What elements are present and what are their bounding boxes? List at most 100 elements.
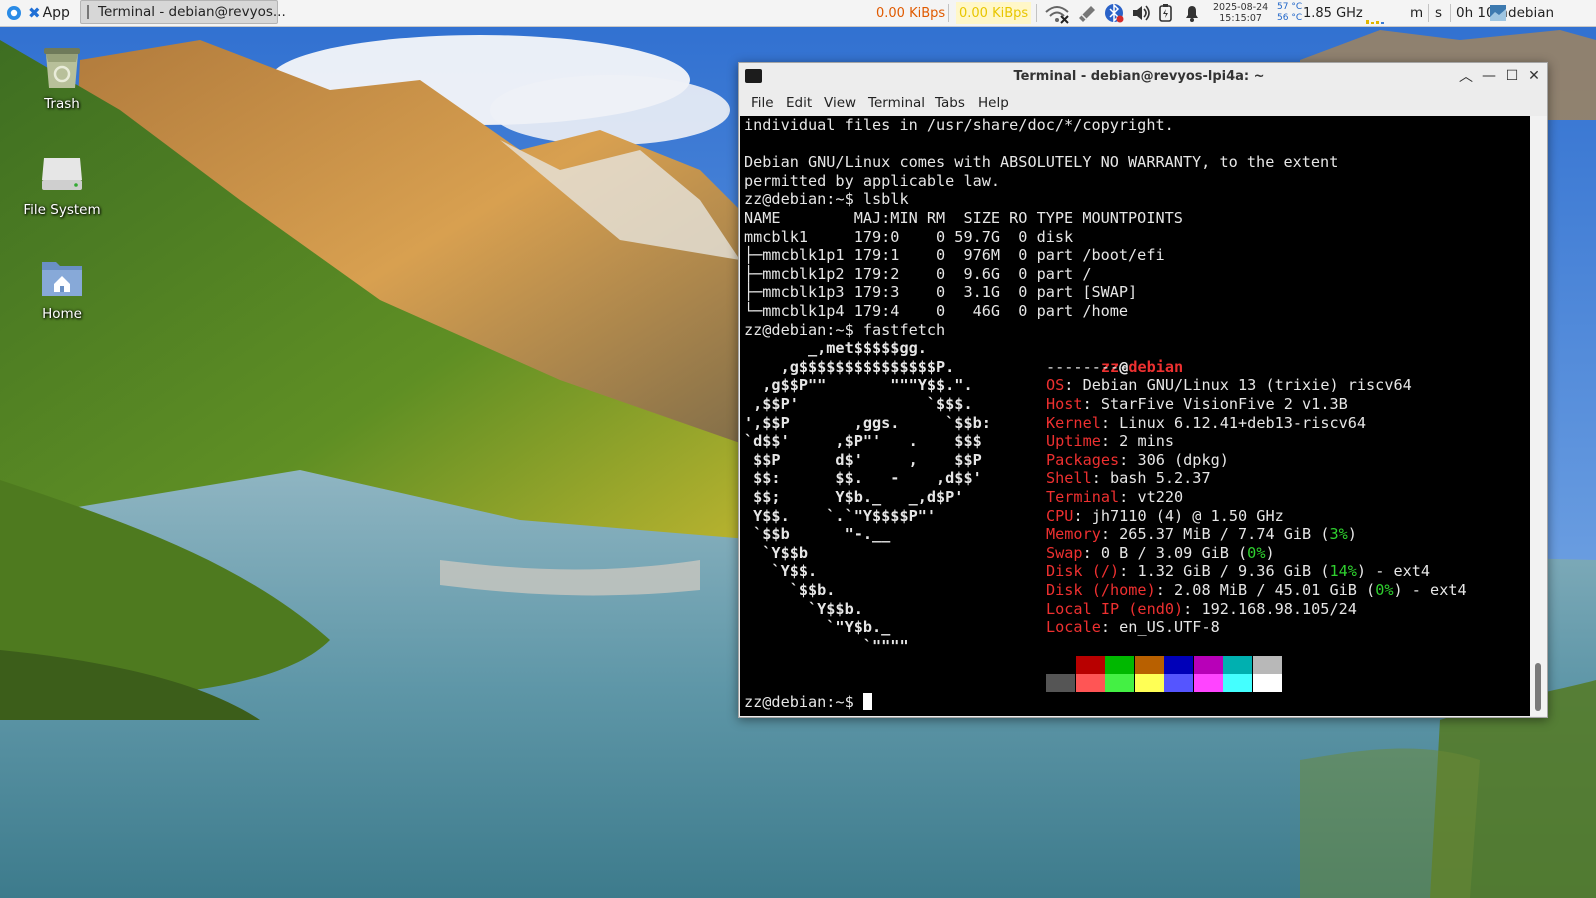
applications-menu-button[interactable]: ✖ App [28,0,70,26]
info-value: ) [1265,543,1275,562]
panel-separator [1428,4,1429,22]
applications-icon: ✖ [28,4,41,22]
chevron-up-icon: ︿ [1459,69,1473,85]
info-key: Uptime [1046,432,1101,451]
user-name[interactable]: debian [1508,0,1554,26]
terminal-command: zz@debian:~$ fastfetch [744,320,946,339]
color-swatch [1223,656,1252,674]
menu-tabs[interactable]: Tabs [935,95,965,111]
clock-time: 15:15:07 [1219,13,1262,24]
terminal-line: ├─mmcblk1p3 179:3 0 3.1G 0 part [SWAP] [744,283,1138,302]
color-swatch [1105,674,1134,692]
info-cpu: CPU: jh7110 (4) @ 1.50 GHz [1046,507,1284,526]
color-swatch [1252,674,1282,692]
color-swatch [1223,674,1252,692]
info-value: : vt220 [1119,488,1184,506]
whisker-menu-icon [7,6,21,20]
window-shade-button[interactable]: ︿ [1457,67,1475,85]
panel-separator [1036,4,1037,22]
terminal-line: individual files in /usr/share/doc/*/cop… [744,116,1174,134]
trash-icon [44,48,80,88]
menu-help[interactable]: Help [978,95,1009,111]
menu-file[interactable]: File [751,95,774,111]
color-swatch [1164,656,1193,674]
wifi-indicator[interactable] [1044,0,1070,26]
bluetooth-indicator[interactable] [1105,0,1125,26]
desktop-icon-label: Trash [44,96,80,112]
logo-line: `Y$$. [744,562,818,581]
cpu-frequency[interactable]: 1.85 GHz [1303,0,1363,26]
logo-line: `$$b. [744,581,836,599]
info-key: Memory [1046,525,1101,544]
info-value: : bash 5.2.37 [1091,469,1211,488]
memory-monitor-label[interactable]: m [1410,0,1423,26]
logo-line: `Y$$b. [744,599,863,618]
info-percent: 0% [1375,581,1394,599]
info-value: : 2.08 MiB / 45.01 GiB ( [1155,581,1376,599]
logo-line: `"""" [744,636,909,655]
logo-line: Y$$. `.`"Y$$$$P"' [744,506,937,525]
info-value: ) - ext4 [1356,562,1431,581]
clock-date: 2025-08-24 [1213,2,1269,13]
terminal-output[interactable]: individual files in /usr/share/doc/*/cop… [740,116,1530,716]
window-minimize-button[interactable]: — [1480,67,1498,85]
logo-line: `$$b "-.__ [744,525,891,544]
terminal-scrollbar[interactable] [1530,116,1547,716]
terminal-prompt[interactable]: zz@debian:~$ [744,693,872,712]
info-percent: 3% [1329,525,1348,544]
terminal-line: permitted by applicable law. [744,171,1001,190]
window-close-button[interactable]: ✕ [1525,67,1543,85]
notifications-button[interactable] [1183,0,1201,26]
terminal-line: mmcblk1 179:0 0 59.7G 0 disk [744,227,1074,246]
user-avatar[interactable] [1490,0,1506,26]
scrollbar-thumb[interactable] [1535,663,1541,711]
home-folder-icon [42,262,82,296]
info-packages: Packages: 306 (dpkg) [1046,451,1229,470]
info-key: Disk (/) [1046,562,1120,581]
maximize-icon: ☐ [1505,68,1519,84]
window-menubar: File Edit View Terminal Tabs Help [739,90,1547,116]
window-title: Terminal - debian@revyos-lpi4a: ~ [1013,69,1265,84]
logo-line: $$: $$. - ,d$$' [744,469,982,488]
info-key: OS [1046,376,1065,395]
volume-indicator[interactable] [1131,0,1151,26]
info-memory: Memory: 265.37 MiB / 7.74 GiB (3%) [1046,525,1357,544]
info-key: CPU [1046,506,1074,525]
menu-view[interactable]: View [824,95,856,111]
fastfetch-title: zz@debian [1046,339,1183,376]
info-percent: 14% [1329,562,1357,581]
color-swatch [1164,674,1193,692]
info-uptime: Uptime: 2 mins [1046,432,1174,451]
info-value: : jh7110 (4) @ 1.50 GHz [1073,506,1284,525]
fastfetch-separator: --------- [1046,357,1129,376]
panel-separator [1450,4,1451,22]
cpu-graph-icon[interactable] [1366,6,1384,24]
info-host: Host: StarFive VisionFive 2 v1.3B [1046,395,1348,414]
info-key: Swap [1046,543,1083,562]
terminal-line: ├─mmcblk1p2 179:2 0 9.6G 0 part / [744,264,1092,283]
desktop-icon-file-system[interactable]: File System [7,150,117,218]
terminal-line: Debian GNU/Linux comes with ABSOLUTELY N… [744,153,1339,172]
info-locale: Locale: en_US.UTF-8 [1046,618,1220,637]
whisker-menu-button[interactable] [4,0,24,26]
desktop-icon-trash[interactable]: Trash [7,44,117,112]
swap-monitor-label[interactable]: s [1435,0,1442,26]
menu-terminal[interactable]: Terminal [868,95,925,111]
battery-indicator[interactable] [1158,0,1174,26]
terminal-icon [87,5,89,19]
taskbar-terminal-button[interactable]: Terminal - debian@revyos... [80,0,286,24]
desktop-icon-home[interactable]: Home [7,254,117,322]
window-maximize-button[interactable]: ☐ [1503,67,1521,85]
temperature-1: 57 °C [1277,2,1303,12]
drive-icon [42,158,82,190]
temperature-monitor[interactable]: 57 °C 56 °C [1277,0,1302,26]
clock[interactable]: 2025-08-24 15:15:07 [1213,0,1268,26]
window-titlebar[interactable]: Terminal - debian@revyos-lpi4a: ~ ︿ — ☐ … [739,63,1547,90]
network-indicator[interactable] [1076,0,1098,26]
menu-edit[interactable]: Edit [786,95,812,111]
net-upload-speed: 0.00 KiBps [956,2,1032,24]
logo-line: ,g$$P"" """Y$$.". [744,376,973,395]
panel-separator [948,4,949,22]
terminal-window[interactable]: Terminal - debian@revyos-lpi4a: ~ ︿ — ☐ … [738,62,1548,718]
info-key: Local IP (end0) [1046,599,1184,618]
